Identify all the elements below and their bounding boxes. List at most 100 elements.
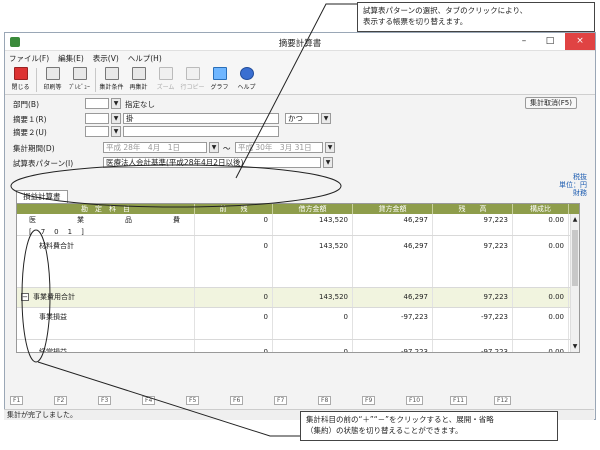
toolbar-row-copy-label: 行コピー	[180, 84, 205, 91]
recalc-icon	[131, 67, 146, 80]
summary2-dropdown-button[interactable]: ▼	[111, 126, 121, 137]
callout-top-line-1: 試算表パターンの選択、タブのクリックにより、	[363, 6, 528, 15]
screenshot-stage: 試算表パターンの選択、タブのクリックにより、 表示する帳票を切り替えます。 摘要…	[0, 0, 600, 450]
menu-edit[interactable]: 編集(E)	[58, 53, 84, 64]
row-account: 材料費合計	[17, 236, 195, 287]
toolbar-print-label: 印刷等	[43, 84, 62, 91]
row-prev: 0	[195, 308, 273, 339]
zoom-icon	[158, 67, 173, 80]
toolbar-print-button[interactable]: 印刷等	[39, 65, 66, 95]
toolbar-zoom-button[interactable]: ズーム	[152, 65, 179, 95]
menu-file[interactable]: ファイル(F)	[9, 53, 49, 64]
toolbar-help-button[interactable]: ヘルプ	[233, 65, 260, 95]
callout-pattern-tip: 試算表パターンの選択、タブのクリックにより、 表示する帳票を切り替えます。	[357, 2, 595, 32]
row-ratio: 0.00	[513, 214, 569, 235]
summary2-value-field[interactable]	[123, 126, 279, 137]
period-from-field[interactable]: 平成 28年 4月 1日	[103, 142, 207, 153]
row-prev: 0	[195, 236, 273, 287]
row-prev: 0	[195, 340, 273, 352]
toolbar-help-label: ヘルプ	[237, 84, 256, 91]
summary2-code-input[interactable]	[85, 126, 109, 137]
conditions-icon	[104, 67, 119, 80]
table-row[interactable]: 材料費合計 0 143,520 46,297 97,223 0.00	[17, 236, 579, 288]
table-row[interactable]: 医 業 品 費[701] 0 143,520 46,297 97,223 0.0…	[17, 214, 579, 236]
period-to-field[interactable]: 平成 30年 3月 31日	[235, 142, 323, 153]
toolbar-zoom-label: ズーム	[156, 84, 175, 91]
help-icon	[239, 67, 254, 80]
row-balance: 97,223	[433, 236, 513, 287]
row-ratio: 0.00	[513, 308, 569, 339]
minimize-button[interactable]: –	[511, 33, 537, 50]
title-bar: 摘要計算書 – □ ×	[5, 33, 595, 51]
header-debit: 借方金額	[273, 204, 353, 214]
dept-label: 部門(B)	[13, 100, 39, 109]
pattern-select[interactable]: 医療法人会計基準(平成28年4月2日以後)	[103, 157, 321, 168]
row-account: 事業損益	[17, 308, 195, 339]
graph-icon	[212, 67, 227, 80]
summary1-label: 摘要１(R)	[13, 115, 47, 124]
toolbar-graph-label: グラフ	[210, 84, 229, 91]
tax-mode-text: 税抜	[573, 173, 587, 181]
header-prev: 前 残	[195, 204, 273, 214]
row-account: 経常損益	[17, 340, 195, 352]
toolbar-conditions-button[interactable]: 集計条件	[98, 65, 125, 95]
row-account: 医 業 品 費[701]	[17, 214, 195, 236]
toolbar-preview-button[interactable]: ﾌﾟﾚﾋﾞｭｰ	[66, 65, 93, 95]
table-row[interactable]: 経常損益 0 0 -97,223 -97,223 0.00	[17, 340, 579, 352]
table-row[interactable]: 事業損益 0 0 -97,223 -97,223 0.00	[17, 308, 579, 340]
summary1-code-input[interactable]	[85, 113, 109, 124]
close-window-button[interactable]: ×	[565, 33, 595, 50]
row-ratio: 0.00	[513, 288, 569, 307]
period-separator: ～	[223, 144, 231, 153]
row-credit: -97,223	[353, 308, 433, 339]
header-credit: 貸方金額	[353, 204, 433, 214]
scroll-up-icon[interactable]: ▲	[571, 216, 579, 223]
scroll-thumb[interactable]	[572, 230, 578, 286]
period-label: 集計期間(D)	[13, 144, 55, 153]
summary1-mode-dropdown-button[interactable]: ▼	[321, 113, 331, 124]
dept-dropdown-button[interactable]: ▼	[111, 98, 121, 109]
period-from-dropdown-button[interactable]: ▼	[209, 142, 219, 153]
maximize-button[interactable]: □	[537, 33, 563, 50]
summary1-dropdown-button[interactable]: ▼	[111, 113, 121, 124]
menu-bar: ファイル(F) 編集(E) 表示(V) ヘルプ(H)	[5, 51, 595, 65]
cancel-aggregation-button[interactable]: 集計取消(F5)	[525, 97, 577, 109]
row-prev: 0	[195, 288, 273, 307]
row-balance: 97,223	[433, 288, 513, 307]
callout-bottom-line-2: （集約）の状態を切り替えることができます。	[306, 426, 463, 435]
row-credit: 46,297	[353, 214, 433, 235]
summary1-value-field[interactable]: 掛	[123, 113, 279, 124]
preview-icon	[72, 67, 87, 80]
dept-value: 指定なし	[125, 100, 155, 109]
report-table: 勘 定 科 目 前 残 借方金額 貸方金額 残 高 構成比 医 業 品 費[70…	[16, 203, 580, 353]
summary1-mode-select[interactable]: かつ	[285, 113, 319, 124]
row-debit: 0	[273, 308, 353, 339]
scroll-down-icon[interactable]: ▼	[571, 343, 579, 350]
menu-view[interactable]: 表示(V)	[93, 53, 119, 64]
row-prev: 0	[195, 214, 273, 235]
close-icon	[13, 67, 28, 80]
period-to-dropdown-button[interactable]: ▼	[325, 142, 335, 153]
pattern-dropdown-button[interactable]: ▼	[323, 157, 333, 168]
window-title: 摘要計算書	[278, 39, 322, 49]
menu-help[interactable]: ヘルプ(H)	[128, 53, 162, 64]
pattern-label: 試算表パターン(I)	[13, 159, 74, 168]
print-icon	[45, 67, 60, 80]
row-ratio: 0.00	[513, 340, 569, 352]
callout-expander-tip: 集計科目の前の“＋”“－”をクリックすると、展開・省略 （集約）の状態を切り替え…	[300, 411, 558, 441]
toolbar-row-copy-button[interactable]: 行コピー	[179, 65, 206, 95]
toolbar-recalc-button[interactable]: 再集計	[125, 65, 152, 95]
toolbar-close-button[interactable]: 閉じる	[7, 65, 34, 95]
table-row[interactable]: − 事業費用合計 0 143,520 46,297 97,223 0.00	[17, 288, 579, 308]
callout-top-line-2: 表示する帳票を切り替えます。	[363, 17, 468, 26]
toolbar-graph-button[interactable]: グラフ	[206, 65, 233, 95]
collapse-toggle[interactable]: −	[21, 293, 29, 301]
dept-code-input[interactable]	[85, 98, 109, 109]
toolbar-preview-label: ﾌﾟﾚﾋﾞｭｰ	[68, 84, 90, 91]
row-account: 事業費用合計	[33, 293, 75, 301]
toolbar-separator	[95, 68, 96, 92]
table-scrollbar[interactable]: ▲ ▼	[570, 214, 579, 352]
tab-income-statement[interactable]: 損益計算書	[16, 190, 68, 203]
toolbar-recalc-label: 再集計	[129, 84, 148, 91]
row-account-cell: − 事業費用合計	[17, 288, 195, 307]
